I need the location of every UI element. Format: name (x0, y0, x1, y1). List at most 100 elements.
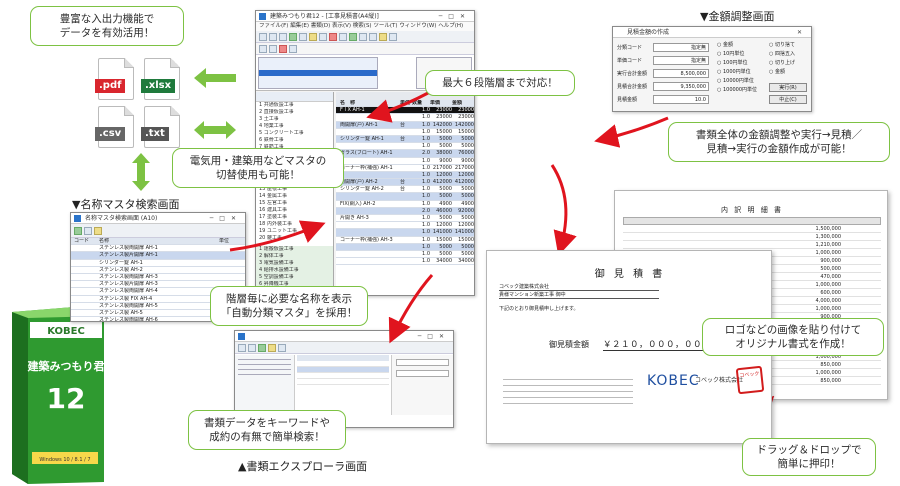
field-value-input[interactable]: 10.0 (653, 95, 709, 104)
field-value-input[interactable]: 指定無 (653, 56, 709, 65)
grid-row[interactable]: コーナー枠(補強) AH-3 1.0 15000 15000 (336, 237, 474, 244)
explorer-window-controls[interactable]: ─□✕ (418, 331, 450, 341)
explorer-forward-icon[interactable] (248, 343, 256, 352)
grid-row[interactable]: 1.0 5000 5000 (336, 193, 474, 201)
tree-item[interactable]: 16 建具工事 (256, 207, 333, 214)
grid-row[interactable]: コーナー枠(補強) AH-1 1.0 217000 217000 (336, 165, 474, 172)
explorer-view-icon[interactable] (278, 343, 286, 352)
tree-item[interactable]: 2 解体工事 (256, 253, 333, 260)
radio-option[interactable]: ○ 100円単位 (717, 59, 767, 68)
grid-row[interactable]: ガラス(フロート) AH-1 2.0 38000 76000 (336, 150, 474, 158)
radio-option[interactable]: ○ 切り捨て (769, 41, 811, 50)
radio-option[interactable]: ○ 金額 (717, 41, 767, 50)
window-controls[interactable]: ─□✕ (439, 11, 471, 21)
tree-item[interactable]: 5 コンクリート工事 (256, 130, 333, 137)
tree-item[interactable]: 15 左官工事 (256, 200, 333, 207)
copy-icon[interactable] (309, 32, 317, 41)
master-row[interactable]: ステンレス製 AH-2 (71, 267, 245, 274)
code-list[interactable] (258, 57, 378, 89)
tree-item[interactable]: 6 鉄骨工事 (256, 137, 333, 144)
field-value-input[interactable]: 9,350,000 (653, 82, 709, 91)
grid-row[interactable]: シリンダー錠 AH-1 台 1.0 5000 5000 (336, 135, 474, 144)
selected-code-row[interactable] (259, 70, 377, 76)
master-add-icon[interactable] (74, 226, 82, 235)
radio-option[interactable]: ○ 切り上げ (769, 59, 811, 68)
stop-icon[interactable] (279, 44, 287, 53)
grid-row[interactable]: 1.0 9000 9000 (336, 158, 474, 165)
tree-item[interactable]: 17 塗装工事 (256, 214, 333, 221)
undo-icon[interactable] (339, 32, 347, 41)
excel-icon[interactable] (359, 32, 367, 41)
calc-icon[interactable] (379, 32, 387, 41)
cancel-button[interactable]: 中止(C) (769, 95, 807, 104)
radio-option[interactable]: ○ 10円単位 (717, 50, 767, 59)
tree-item[interactable]: 1 運搬仮設工事 (256, 246, 333, 253)
grid-body[interactable]: F I X AH-1 1.0 23000 23000 1.0 23000 23000 両開扉(… (336, 107, 474, 266)
radio-option[interactable]: ○ 金額 (769, 68, 811, 77)
grid-row[interactable]: 1.0 23000 23000 (336, 114, 474, 122)
main-menubar[interactable]: ファイル(F) 編集(E) 書類(D) 表示(V) 検索(S) ツール(T) ウ… (256, 22, 474, 31)
seal-stamp[interactable]: コベック (735, 365, 765, 395)
insert-icon[interactable] (289, 44, 297, 53)
tree-item[interactable]: 19 ユニット工事 (256, 228, 333, 235)
open-icon[interactable] (269, 32, 277, 41)
master-row[interactable]: ステンレス製片開扉 AH-1 (71, 252, 245, 260)
radio-option[interactable]: ○ 四捨五入 (769, 50, 811, 59)
explorer-refresh-icon[interactable] (258, 343, 266, 352)
tree-item[interactable]: 5 空調設備工事 (256, 274, 333, 281)
grid-row[interactable]: 両開扉(戸) AH-2 台 1.0 412000 412000 (336, 179, 474, 187)
tree-item[interactable]: 4 地業工事 (256, 123, 333, 130)
radio-option[interactable]: ○ 100000円単位 (717, 86, 767, 95)
delete-icon[interactable] (329, 32, 337, 41)
radio-option[interactable]: ○ 10000円単位 (717, 77, 767, 86)
radio-option[interactable]: ○ 1000円単位 (717, 68, 767, 77)
grid-row[interactable]: F I X AH-1 1.0 23000 23000 (336, 107, 474, 115)
master-row[interactable]: ステンレス製両開扉 AH-1 (71, 245, 245, 253)
execute-button[interactable]: 実行(R) (769, 83, 807, 92)
master-find-icon[interactable] (94, 226, 102, 235)
cut-icon[interactable] (299, 32, 307, 41)
grid-row[interactable]: 片開き AH-3 1.0 5000 5000 (336, 215, 474, 223)
print-icon[interactable] (289, 32, 297, 41)
tree-item[interactable]: 20 雑工事 (256, 235, 333, 242)
explorer-folder-icon[interactable] (268, 343, 276, 352)
grid-row[interactable]: 両開扉(戸) AH-1 台 1.0 142000 142000 (336, 121, 474, 129)
grid-row[interactable]: 1.0 12000 12000 (336, 171, 474, 180)
grid-row[interactable]: シリンダー錠 AH-2 台 1.0 5000 5000 (336, 186, 474, 194)
estimate-grid[interactable]: 名 称 単位 数量 単価 金額 F I X AH-1 1.0 23000 23000 1… (336, 92, 474, 295)
level-down-icon[interactable] (269, 44, 277, 53)
grid-row[interactable]: 1.0 5000 5000 (336, 243, 474, 251)
new-icon[interactable] (259, 32, 267, 41)
explorer-search-panel[interactable] (391, 355, 453, 415)
category-tree[interactable]: 1 共通仮設工事 2 直接仮設工事 3 土工事 4 地業工事 5 コンクリート工事 6 鉄… (256, 92, 334, 295)
grid-row[interactable]: FIX(網入) AH-2 1.0 4900 4900 (336, 201, 474, 208)
pdf-icon[interactable] (369, 32, 377, 41)
tree-item[interactable]: 3 土工事 (256, 116, 333, 123)
master-row[interactable]: シリンダー錠 AH-1 (71, 260, 245, 267)
grid-row[interactable]: 1.0 34000 34000 (336, 258, 474, 266)
tree-item[interactable]: 3 電気設備工事 (256, 260, 333, 267)
tree-item[interactable]: 4 給排水設備工事 (256, 267, 333, 274)
grid-row[interactable]: 1.0 141000 141000 (336, 229, 474, 237)
tree-item[interactable]: 18 内外装工事 (256, 221, 333, 228)
save-icon[interactable] (279, 32, 287, 41)
search-icon[interactable] (349, 32, 357, 41)
field-value-input[interactable]: 8,500,000 (653, 69, 709, 78)
rounding-unit-options[interactable]: ○ 金額 ○ 10円単位 ○ 100円単位 ○ 1000円単位 ○ 10000円単位 ○ … (717, 41, 767, 95)
paste-icon[interactable] (319, 32, 327, 41)
master-window-controls[interactable]: ─□✕ (210, 213, 242, 223)
help-icon[interactable] (389, 32, 397, 41)
master-row[interactable]: ステンレス製両開扉 AH-3 (71, 274, 245, 282)
tree-item[interactable]: 1 共通仮設工事 (256, 102, 333, 109)
grid-row[interactable]: 1.0 12000 12000 (336, 222, 474, 230)
field-value-input[interactable]: 指定無 (653, 43, 709, 52)
tree-item[interactable]: 14 金属工事 (256, 193, 333, 200)
dialog-close-icon[interactable]: ✕ (797, 27, 808, 37)
grid-row[interactable]: 1.0 15000 15000 (336, 129, 474, 136)
master-list-icon[interactable] (84, 226, 92, 235)
tree-item[interactable]: 2 直接仮設工事 (256, 109, 333, 116)
explorer-back-icon[interactable] (238, 343, 246, 352)
grid-row[interactable]: 1.0 5000 5000 (336, 143, 474, 151)
level-up-icon[interactable] (259, 44, 267, 53)
rounding-method-options[interactable]: ○ 切り捨て ○ 四捨五入 ○ 切り上げ ○ 金額 (769, 41, 811, 77)
